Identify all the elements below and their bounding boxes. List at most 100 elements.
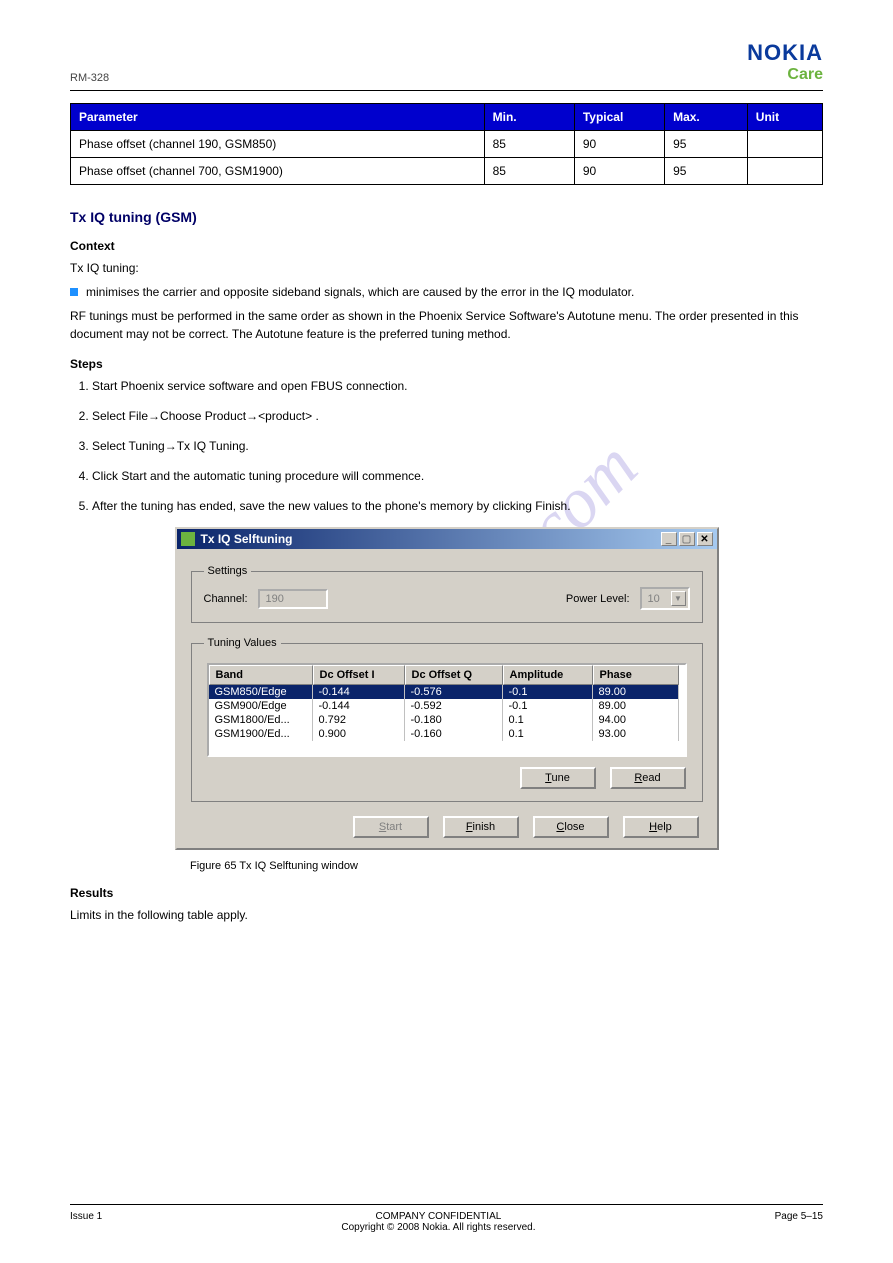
- cell-q: -0.592: [405, 699, 503, 713]
- cell: 90: [574, 158, 664, 185]
- col-parameter: Parameter: [71, 104, 485, 131]
- group-button-row: TTuneune ReadRead: [204, 767, 690, 789]
- context-paragraph: RF tunings must be performed in the same…: [70, 307, 823, 343]
- col-dcoffset-q[interactable]: Dc Offset Q: [405, 665, 503, 685]
- footer-left: Issue 1: [70, 1211, 102, 1233]
- cell: 85: [484, 131, 574, 158]
- close-dialog-button[interactable]: CloseClose: [533, 816, 609, 838]
- channel-label: Channel:: [204, 593, 248, 605]
- step-item: Select File→Choose Product→<product> .: [92, 407, 823, 425]
- dialog-button-row: StartStart FinishFinish CloseClose HelpH…: [191, 816, 703, 838]
- footer-center: COMPANY CONFIDENTIAL Copyright © 2008 No…: [102, 1211, 774, 1233]
- cell-i: -0.144: [313, 685, 405, 699]
- figure-caption: Figure 65 Tx IQ Selftuning window: [190, 860, 823, 872]
- footer-right: Page 5–15: [775, 1211, 823, 1233]
- bullet-text: minimises the carrier and opposite sideb…: [86, 283, 634, 301]
- page-header: RM-328 NOKIA Care: [70, 40, 823, 91]
- col-max: Max.: [665, 104, 748, 131]
- dialog-titlebar[interactable]: Tx IQ Selftuning _ ▢ ✕: [177, 529, 717, 549]
- col-amplitude[interactable]: Amplitude: [503, 665, 593, 685]
- context-bullet-item: minimises the carrier and opposite sideb…: [70, 283, 823, 301]
- logo-sub: Care: [747, 66, 823, 84]
- cell-q: -0.576: [405, 685, 503, 699]
- section-title: Tx IQ tuning (GSM): [70, 209, 823, 225]
- powerlevel-select: 10 ▼: [640, 587, 690, 610]
- cell-a: 0.1: [503, 727, 593, 741]
- tuning-values-group: Tuning Values Band Dc Offset I Dc Offset…: [191, 637, 703, 802]
- table-row: Phase offset (channel 190, GSM850) 85 90…: [71, 131, 823, 158]
- cell-q: -0.180: [405, 713, 503, 727]
- dialog-screenshot: Tx IQ Selftuning _ ▢ ✕ Settings Channel:…: [70, 527, 823, 850]
- header-product-code: RM-328: [70, 72, 109, 84]
- square-bullet-icon: [70, 288, 78, 296]
- parameter-table: Parameter Min. Typical Max. Unit Phase o…: [70, 103, 823, 185]
- page-content: RM-328 NOKIA Care Parameter Min. Typical…: [0, 0, 893, 960]
- cell: 85: [484, 158, 574, 185]
- footer-confidential: COMPANY CONFIDENTIAL: [102, 1211, 774, 1222]
- settings-legend: Settings: [204, 565, 252, 577]
- footer-copyright: Copyright © 2008 Nokia. All rights reser…: [102, 1222, 774, 1233]
- read-button[interactable]: ReadRead: [610, 767, 686, 789]
- cell-band: GSM1900/Ed...: [209, 727, 313, 741]
- table-row: Phase offset (channel 700, GSM1900) 85 9…: [71, 158, 823, 185]
- step-item: Start Phoenix service software and open …: [92, 377, 823, 395]
- results-heading: Results: [70, 886, 823, 900]
- col-unit: Unit: [747, 104, 822, 131]
- cell-i: -0.144: [313, 699, 405, 713]
- cell-i: 0.792: [313, 713, 405, 727]
- tuning-table: Band Dc Offset I Dc Offset Q Amplitude P…: [207, 663, 687, 757]
- cell-band: GSM850/Edge: [209, 685, 313, 699]
- cell-p: 94.00: [593, 713, 679, 727]
- cell: [747, 158, 822, 185]
- cell-p: 89.00: [593, 685, 679, 699]
- tune-button[interactable]: TTuneune: [520, 767, 596, 789]
- cell-band: GSM900/Edge: [209, 699, 313, 713]
- cell-q: -0.160: [405, 727, 503, 741]
- settings-group: Settings Channel: 190 Power Level: 10 ▼: [191, 565, 703, 623]
- chevron-down-icon: ▼: [671, 591, 686, 606]
- cell: [747, 131, 822, 158]
- step-item: Select Tuning→Tx IQ Tuning.: [92, 437, 823, 455]
- cell: 90: [574, 131, 664, 158]
- channel-input: 190: [258, 589, 328, 609]
- context-intro: Tx IQ tuning:: [70, 259, 823, 277]
- tuning-row-selected[interactable]: GSM850/Edge -0.144 -0.576 -0.1 89.00: [209, 685, 685, 699]
- col-phase[interactable]: Phase: [593, 665, 679, 685]
- col-band[interactable]: Band: [209, 665, 313, 685]
- col-dcoffset-i[interactable]: Dc Offset I: [313, 665, 405, 685]
- logo-main: NOKIA: [747, 40, 823, 66]
- cell-a: -0.1: [503, 685, 593, 699]
- finish-button[interactable]: FinishFinish: [443, 816, 519, 838]
- context-heading: Context: [70, 239, 823, 253]
- dialog-body: Settings Channel: 190 Power Level: 10 ▼ …: [177, 549, 717, 848]
- cell-band: GSM1800/Ed...: [209, 713, 313, 727]
- nokia-logo: NOKIA Care: [747, 40, 823, 84]
- step-item: After the tuning has ended, save the new…: [92, 497, 823, 515]
- app-icon: [181, 532, 195, 546]
- start-button[interactable]: StartStart: [353, 816, 429, 838]
- cell: Phase offset (channel 700, GSM1900): [71, 158, 485, 185]
- tuning-row[interactable]: GSM1900/Ed... 0.900 -0.160 0.1 93.00: [209, 727, 685, 741]
- tx-iq-dialog: Tx IQ Selftuning _ ▢ ✕ Settings Channel:…: [175, 527, 719, 850]
- help-button[interactable]: HelpHelp: [623, 816, 699, 838]
- minimize-button[interactable]: _: [661, 532, 677, 546]
- cell: 95: [665, 158, 748, 185]
- maximize-button[interactable]: ▢: [679, 532, 695, 546]
- powerlevel-label: Power Level:: [566, 593, 630, 605]
- tuning-row[interactable]: GSM1800/Ed... 0.792 -0.180 0.1 94.00: [209, 713, 685, 727]
- cell-a: -0.1: [503, 699, 593, 713]
- close-button[interactable]: ✕: [697, 532, 713, 546]
- dialog-title: Tx IQ Selftuning: [201, 532, 293, 546]
- table-header-row: Parameter Min. Typical Max. Unit: [71, 104, 823, 131]
- steps-list: Start Phoenix service software and open …: [70, 377, 823, 515]
- powerlevel-value: 10: [648, 593, 660, 605]
- page-footer: Issue 1 COMPANY CONFIDENTIAL Copyright ©…: [70, 1204, 823, 1233]
- cell: Phase offset (channel 190, GSM850): [71, 131, 485, 158]
- tuning-row[interactable]: GSM900/Edge -0.144 -0.592 -0.1 89.00: [209, 699, 685, 713]
- tuning-legend: Tuning Values: [204, 637, 281, 649]
- steps-heading: Steps: [70, 357, 823, 371]
- cell-p: 89.00: [593, 699, 679, 713]
- results-text: Limits in the following table apply.: [70, 906, 823, 924]
- col-min: Min.: [484, 104, 574, 131]
- cell: 95: [665, 131, 748, 158]
